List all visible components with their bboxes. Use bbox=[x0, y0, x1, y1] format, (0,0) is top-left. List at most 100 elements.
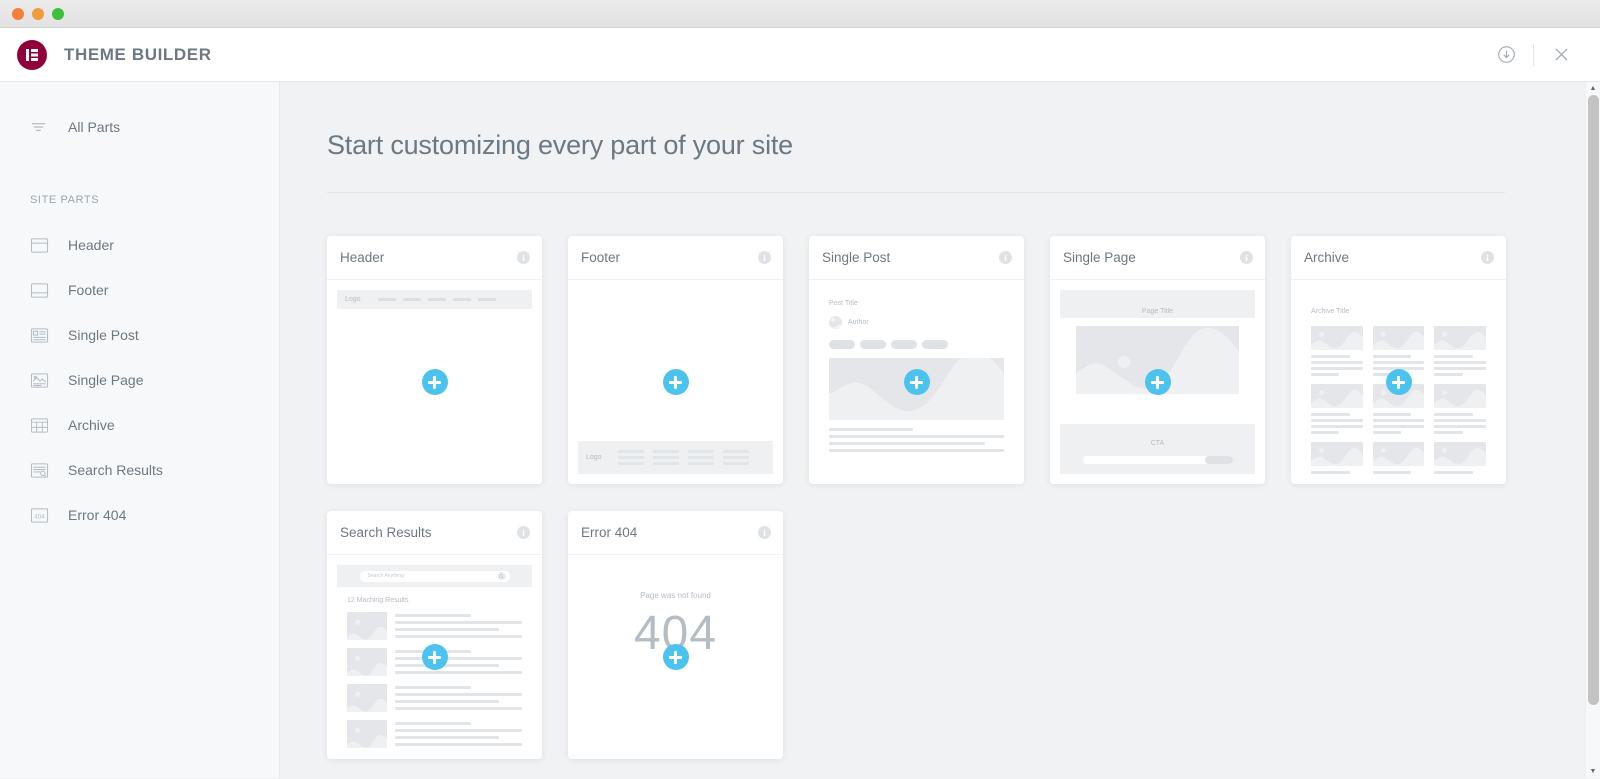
sidebar-item-all-parts[interactable]: All Parts bbox=[0, 110, 279, 144]
filter-lines-icon bbox=[30, 119, 52, 136]
close-icon[interactable] bbox=[1540, 34, 1582, 76]
vertical-scrollbar[interactable]: ▲ ▼ bbox=[1585, 82, 1600, 778]
search-results-list bbox=[337, 604, 532, 748]
scroll-down-arrow[interactable]: ▼ bbox=[1586, 765, 1600, 778]
site-part-card-header[interactable]: Header i Logo bbox=[327, 236, 542, 484]
card-title: Footer bbox=[581, 250, 621, 265]
archive-cell bbox=[1434, 442, 1486, 474]
archive-cell bbox=[1311, 326, 1363, 376]
single-page-icon bbox=[30, 372, 52, 389]
add-single-page-button[interactable] bbox=[1144, 369, 1171, 395]
logo-label: Logo bbox=[345, 296, 361, 303]
os-title-bar bbox=[0, 0, 1600, 28]
sidebar-item-label: Footer bbox=[68, 282, 109, 298]
sidebar-item-label: All Parts bbox=[68, 119, 121, 135]
add-footer-button[interactable] bbox=[662, 369, 689, 395]
card-header: Single Page i bbox=[1050, 236, 1265, 280]
card-title: Single Post bbox=[822, 250, 891, 265]
sidebar-item-label: Header bbox=[68, 237, 114, 253]
info-icon[interactable]: i bbox=[999, 251, 1012, 264]
elementor-logo-icon bbox=[17, 39, 47, 70]
sidebar-item-header[interactable]: Header bbox=[0, 228, 279, 262]
avatar bbox=[829, 316, 842, 329]
nav-placeholder-line bbox=[402, 298, 421, 301]
info-icon[interactable]: i bbox=[517, 251, 530, 264]
scroll-up-arrow[interactable]: ▲ bbox=[1586, 82, 1600, 95]
cta-input-placeholder bbox=[1082, 456, 1233, 464]
archive-cell bbox=[1434, 326, 1486, 376]
single-post-icon bbox=[30, 327, 52, 344]
card-preview-body: Page was not found 404 bbox=[568, 555, 783, 759]
info-icon[interactable]: i bbox=[758, 526, 771, 539]
header-actions bbox=[1485, 34, 1582, 76]
footer-columns bbox=[617, 450, 749, 465]
card-title: Archive bbox=[1304, 250, 1350, 265]
scrollbar-track[interactable] bbox=[1586, 95, 1600, 765]
post-title-label: Post Title bbox=[829, 300, 858, 307]
results-count-label: 12 Maching Results bbox=[347, 597, 409, 604]
site-part-card-search-results[interactable]: Search Results i Search Anything 12 Mach… bbox=[327, 511, 542, 759]
search-result-row bbox=[347, 612, 522, 640]
add-search-results-button[interactable] bbox=[421, 644, 448, 670]
site-part-card-footer[interactable]: Footer i Logo bbox=[568, 236, 783, 484]
search-input[interactable]: Search Anything bbox=[359, 570, 510, 582]
app-header: THEME BUILDER bbox=[0, 28, 1600, 82]
sidebar-item-label: Error 404 bbox=[68, 507, 127, 523]
card-title: Header bbox=[340, 250, 385, 265]
add-single-post-button[interactable] bbox=[903, 369, 930, 395]
info-icon[interactable]: i bbox=[1240, 251, 1253, 264]
preview-search-bar: Search Anything bbox=[337, 565, 532, 587]
page-title-label: Page Title bbox=[1141, 308, 1174, 315]
card-preview-body: Search Anything 12 Maching Results bbox=[327, 555, 542, 759]
sidebar-item-search-results[interactable]: Search Results bbox=[0, 453, 279, 487]
header-divider bbox=[1533, 43, 1534, 66]
card-header: Archive i bbox=[1291, 236, 1506, 280]
info-icon[interactable]: i bbox=[758, 251, 771, 264]
sidebar: All Parts SITE PARTS Header Footer Singl… bbox=[0, 82, 280, 778]
nav-placeholder-line bbox=[377, 298, 396, 301]
add-archive-button[interactable] bbox=[1385, 369, 1412, 395]
post-author-row: Author bbox=[829, 316, 1004, 329]
preview-header-bar: Logo bbox=[337, 290, 532, 309]
sidebar-item-archive[interactable]: Archive bbox=[0, 408, 279, 442]
card-header: Footer i bbox=[568, 236, 783, 280]
window-zoom-button[interactable] bbox=[52, 7, 64, 20]
site-part-card-single-post[interactable]: Single Post i Post Title Author bbox=[809, 236, 1024, 484]
import-export-icon[interactable] bbox=[1485, 34, 1527, 76]
footer-column bbox=[652, 450, 679, 465]
app-shell: All Parts SITE PARTS Header Footer Singl… bbox=[0, 82, 1600, 778]
window-close-button[interactable] bbox=[12, 7, 24, 20]
info-icon[interactable]: i bbox=[517, 526, 530, 539]
tag-pill bbox=[860, 340, 886, 349]
scrollbar-thumb[interactable] bbox=[1588, 95, 1599, 705]
header-layout-icon bbox=[30, 237, 52, 254]
error-message: Page was not found bbox=[640, 591, 711, 600]
sidebar-item-label: Archive bbox=[68, 417, 115, 433]
add-error-404-button[interactable] bbox=[662, 644, 689, 670]
nav-placeholder-line bbox=[477, 298, 496, 301]
window-minimize-button[interactable] bbox=[32, 7, 44, 20]
sidebar-item-footer[interactable]: Footer bbox=[0, 273, 279, 307]
archive-cell bbox=[1372, 442, 1425, 474]
sidebar-item-label: Single Page bbox=[68, 372, 144, 388]
page-title-area: Page Title bbox=[1060, 290, 1255, 318]
sidebar-nav-list: Header Footer Single Post Single Page Ar… bbox=[0, 228, 279, 532]
add-header-button[interactable] bbox=[421, 369, 448, 395]
site-part-card-single-page[interactable]: Single Page i Page Title CTA bbox=[1050, 236, 1265, 484]
info-icon[interactable]: i bbox=[1481, 251, 1494, 264]
tag-pill bbox=[891, 340, 917, 349]
archive-grid bbox=[1301, 318, 1496, 474]
nav-placeholder-line bbox=[452, 298, 471, 301]
error-404-icon: 404 bbox=[30, 507, 52, 524]
search-results-icon bbox=[30, 462, 52, 479]
main-content: Start customizing every part of your sit… bbox=[280, 82, 1600, 778]
preview-footer-bar: Logo bbox=[578, 441, 773, 474]
cta-label: CTA bbox=[1150, 440, 1165, 447]
sidebar-item-single-post[interactable]: Single Post bbox=[0, 318, 279, 352]
post-header-area: Post Title Author bbox=[819, 290, 1014, 349]
sidebar-item-error-404[interactable]: 404 Error 404 bbox=[0, 498, 279, 532]
site-part-card-archive[interactable]: Archive i Archive Title bbox=[1291, 236, 1506, 484]
site-part-card-error-404[interactable]: Error 404 i Page was not found 404 bbox=[568, 511, 783, 759]
sidebar-item-single-page[interactable]: Single Page bbox=[0, 363, 279, 397]
tag-pill bbox=[922, 340, 948, 349]
